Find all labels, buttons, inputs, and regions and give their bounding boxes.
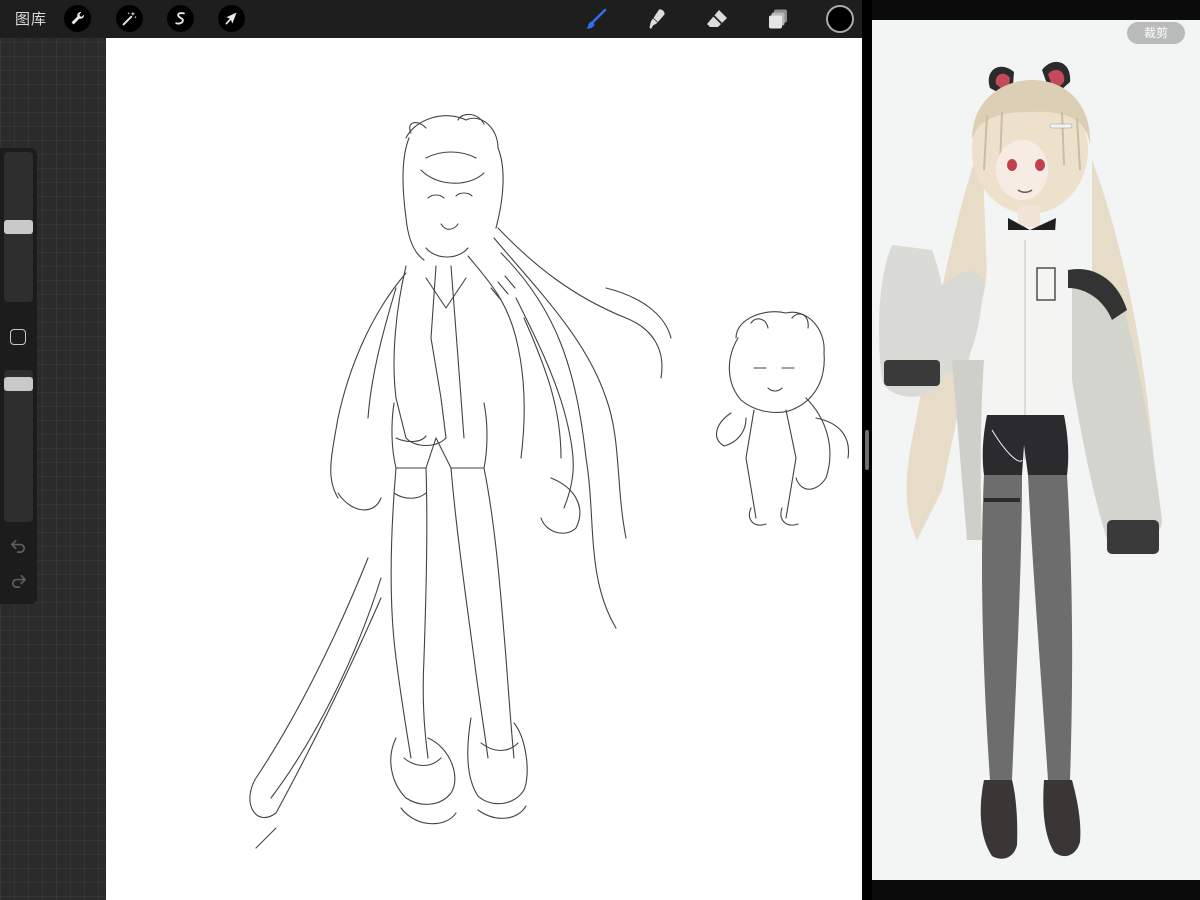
color-picker-button[interactable] — [826, 5, 854, 33]
procreate-workspace: 图库 — [0, 0, 862, 900]
layers-button[interactable] — [764, 5, 792, 33]
modify-square-icon[interactable] — [10, 329, 26, 345]
gallery-button[interactable]: 图库 — [15, 9, 47, 29]
reference-image-panel: 裁剪 — [872, 20, 1200, 880]
crop-button[interactable]: 裁剪 — [1127, 22, 1185, 44]
selection-s-icon — [175, 12, 185, 25]
split-view-app: 图库 裁剪 — [0, 0, 1200, 900]
eraser-tool-button[interactable] — [703, 5, 731, 33]
eraser-icon — [707, 10, 727, 27]
top-toolbar: 图库 — [0, 0, 862, 38]
arrow-cursor-icon — [225, 12, 237, 25]
left-sidebar — [0, 148, 37, 604]
adjustments-button[interactable] — [116, 5, 143, 32]
split-view-divider[interactable] — [862, 0, 872, 900]
actions-button[interactable] — [64, 5, 91, 32]
smudge-icon — [649, 9, 665, 29]
transform-button[interactable] — [218, 5, 245, 32]
brush-icon — [586, 8, 607, 29]
smudge-tool-button[interactable] — [642, 5, 670, 33]
undo-icon — [10, 539, 26, 554]
reference-character-illustration — [879, 61, 1162, 859]
opacity-slider-thumb[interactable] — [4, 376, 33, 391]
magic-wand-icon — [122, 11, 137, 26]
opacity-slider[interactable] — [4, 370, 33, 522]
undo-button[interactable] — [9, 536, 28, 555]
brush-size-slider-thumb[interactable] — [4, 220, 33, 234]
wrench-icon — [71, 12, 84, 25]
sketch-artwork — [249, 113, 850, 849]
layers-icon — [769, 9, 787, 29]
split-view-handle[interactable] — [865, 430, 869, 470]
brush-tool-button[interactable] — [582, 5, 610, 33]
selection-button[interactable] — [167, 5, 194, 32]
redo-button[interactable] — [9, 571, 28, 590]
drawing-canvas[interactable] — [106, 38, 862, 900]
redo-icon — [11, 574, 27, 589]
